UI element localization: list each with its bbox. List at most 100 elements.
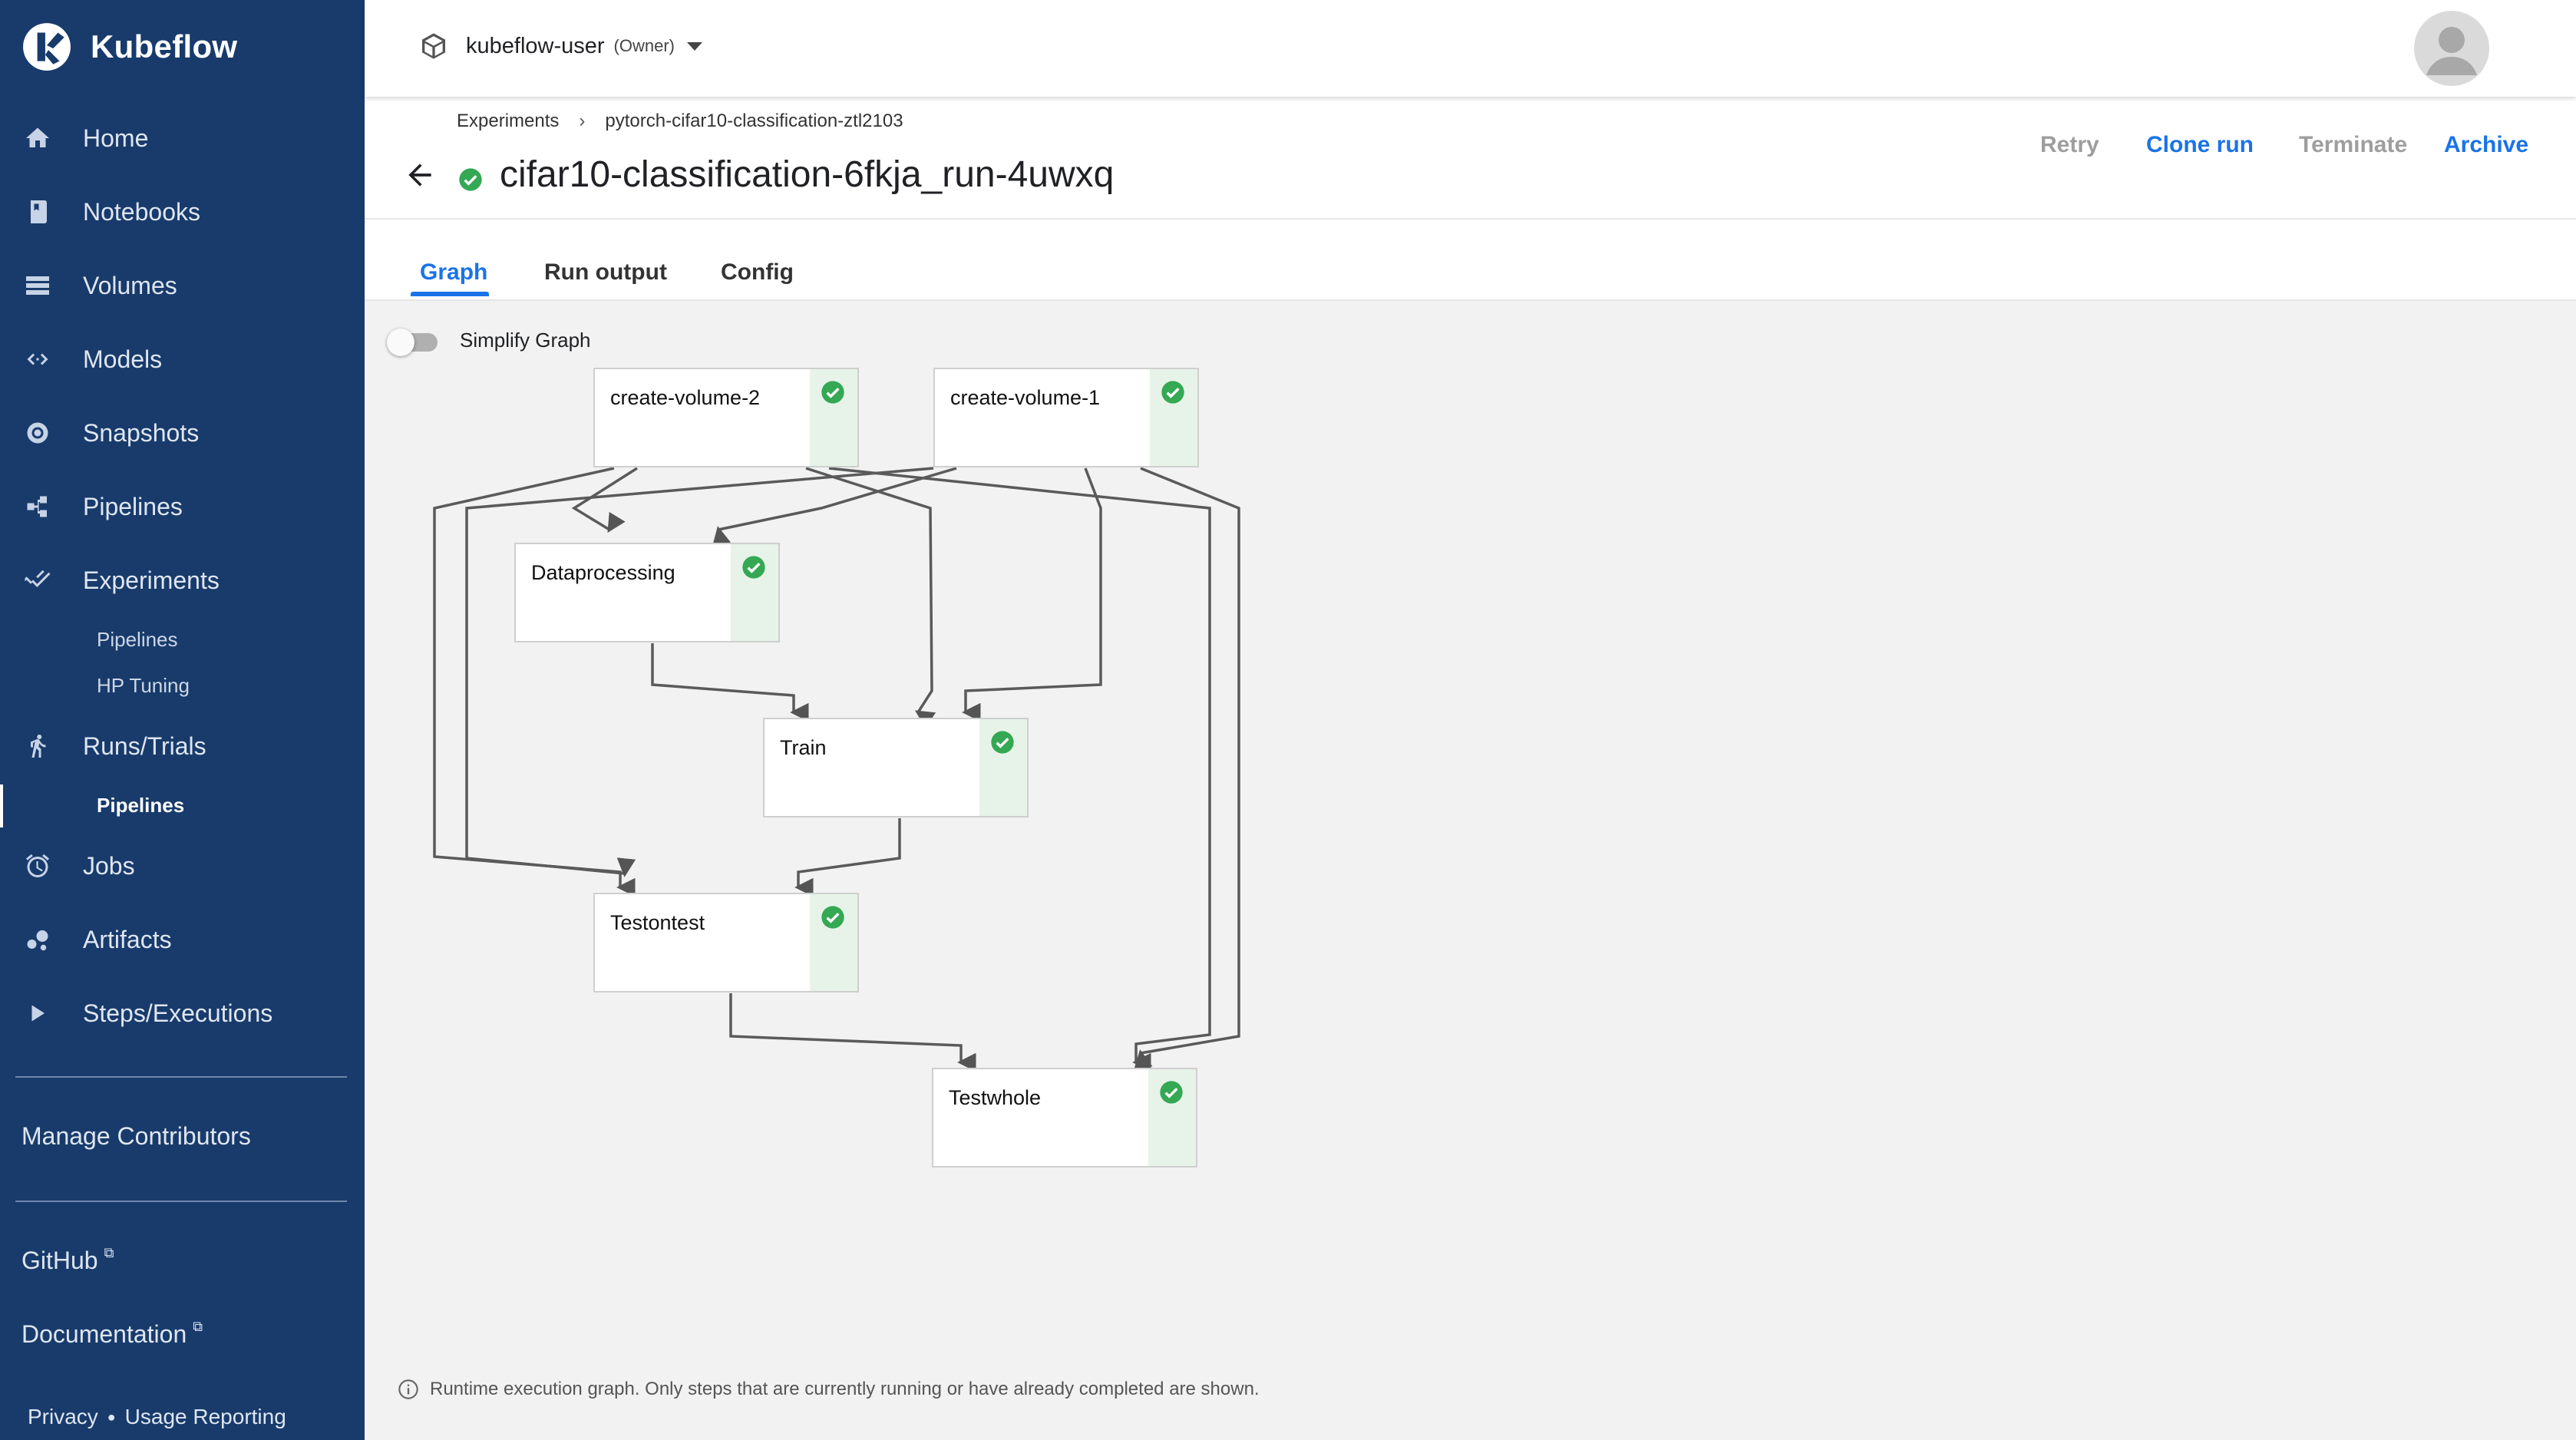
graph-node-dataprocessing[interactable]: Dataprocessing bbox=[514, 543, 780, 642]
sidebar-item-artifacts[interactable]: Artifacts bbox=[0, 909, 365, 970]
edge-cv2-testontest bbox=[433, 467, 636, 897]
github-link[interactable]: GitHub ⧉ bbox=[21, 1245, 114, 1275]
breadcrumb: Experiments › pytorch-cifar10-classifica… bbox=[457, 111, 903, 132]
tab-graph[interactable]: Graph bbox=[420, 259, 487, 286]
node-status bbox=[979, 719, 1027, 816]
sidebar-item-label: Runs/Trials bbox=[83, 732, 206, 760]
sidebar-item-snapshots[interactable]: Snapshots bbox=[0, 402, 365, 464]
sidebar-item-label: Home bbox=[83, 124, 149, 152]
node-status bbox=[731, 544, 778, 641]
home-icon bbox=[23, 124, 52, 153]
footer-links: Privacy ● Usage Reporting bbox=[28, 1405, 286, 1429]
sidebar-item-home[interactable]: Home bbox=[0, 107, 365, 169]
play-icon bbox=[23, 999, 52, 1028]
snapshots-icon bbox=[23, 418, 52, 448]
node-status bbox=[810, 894, 857, 991]
sidebar-divider bbox=[15, 1076, 347, 1078]
namespace-selector[interactable]: kubeflow-user (Owner) bbox=[418, 31, 702, 61]
usage-reporting-link[interactable]: Usage Reporting bbox=[125, 1405, 286, 1429]
simplify-graph-label: Simplify Graph bbox=[460, 329, 591, 352]
node-status bbox=[810, 369, 857, 466]
node-status bbox=[1148, 1069, 1196, 1166]
success-check-icon bbox=[459, 168, 482, 191]
node-label: create-volume-2 bbox=[610, 386, 761, 409]
sidebar-item-label: Models bbox=[83, 345, 163, 373]
breadcrumb-experiments[interactable]: Experiments bbox=[457, 111, 559, 132]
edge-cv1-train bbox=[962, 467, 1102, 722]
graph-node-testontest[interactable]: Testontest bbox=[593, 893, 859, 992]
privacy-link[interactable]: Privacy bbox=[28, 1405, 98, 1429]
node-label: create-volume-1 bbox=[950, 386, 1101, 409]
simplify-graph-toggle[interactable] bbox=[387, 327, 441, 356]
sidebar-item-jobs[interactable]: Jobs bbox=[0, 835, 365, 897]
documentation-label: Documentation bbox=[21, 1320, 187, 1348]
sidebar-item-label: Steps/Executions bbox=[83, 999, 273, 1027]
manage-contributors-link[interactable]: Manage Contributors bbox=[21, 1122, 251, 1151]
active-indicator bbox=[0, 784, 3, 827]
success-check-icon bbox=[821, 381, 844, 404]
edge-testontest-testwhole bbox=[729, 993, 976, 1072]
avatar[interactable] bbox=[2414, 11, 2489, 86]
archive-button[interactable]: Archive bbox=[2444, 132, 2528, 158]
success-check-icon bbox=[1161, 381, 1184, 404]
documentation-link[interactable]: Documentation ⧉ bbox=[21, 1319, 203, 1349]
graph-node-create-volume-2[interactable]: create-volume-2 bbox=[593, 368, 859, 467]
tab-config[interactable]: Config bbox=[721, 259, 794, 286]
sidebar-subitem-runs-pipelines[interactable]: Pipelines bbox=[97, 794, 184, 817]
clone-run-button[interactable]: Clone run bbox=[2146, 132, 2254, 158]
sidebar-item-pipelines[interactable]: Pipelines bbox=[0, 476, 365, 537]
back-arrow-icon[interactable] bbox=[403, 158, 437, 192]
node-label: Testontest bbox=[610, 911, 705, 934]
terminate-button[interactable]: Terminate bbox=[2299, 132, 2407, 158]
artifacts-icon bbox=[23, 925, 52, 954]
success-check-icon bbox=[991, 731, 1014, 754]
success-check-icon bbox=[1160, 1081, 1183, 1104]
page-title: cifar10-classification-6fkja_run-4uwxq bbox=[500, 154, 1115, 195]
kubeflow-logo-icon bbox=[23, 23, 71, 71]
external-link-icon: ⧉ bbox=[104, 1245, 114, 1260]
alarm-icon bbox=[23, 851, 52, 880]
top-bar: kubeflow-user (Owner) bbox=[365, 0, 2576, 97]
manage-contributors-label: Manage Contributors bbox=[21, 1122, 251, 1150]
chevron-down-icon bbox=[686, 41, 702, 51]
active-tab-indicator bbox=[411, 292, 489, 296]
kubeflow-logo[interactable]: Kubeflow bbox=[21, 21, 237, 72]
breadcrumb-experiment-name[interactable]: pytorch-cifar10-classification-ztl2103 bbox=[605, 111, 903, 132]
success-check-icon bbox=[742, 556, 765, 579]
sidebar-item-label: Artifacts bbox=[83, 925, 172, 953]
retry-button[interactable]: Retry bbox=[2040, 132, 2099, 158]
breadcrumb-separator: › bbox=[579, 111, 586, 131]
edge-cv1-testwhole bbox=[1134, 467, 1240, 1070]
runs-icon bbox=[23, 732, 52, 761]
sidebar-item-experiments[interactable]: Experiments bbox=[0, 550, 365, 611]
success-check-icon bbox=[821, 906, 844, 929]
graph-node-testwhole[interactable]: Testwhole bbox=[932, 1068, 1197, 1168]
sidebar-divider bbox=[15, 1201, 347, 1202]
sidebar-item-runs[interactable]: Runs/Trials bbox=[0, 715, 365, 777]
sidebar-item-steps[interactable]: Steps/Executions bbox=[0, 983, 365, 1044]
toggle-knob bbox=[387, 329, 414, 356]
graph-node-create-volume-1[interactable]: create-volume-1 bbox=[933, 368, 1199, 467]
node-label: Train bbox=[780, 736, 827, 759]
graph-node-train[interactable]: Train bbox=[763, 718, 1029, 817]
node-label: Testwhole bbox=[949, 1086, 1042, 1109]
sidebar-item-label: Volumes bbox=[83, 271, 177, 299]
tab-run-output[interactable]: Run output bbox=[544, 259, 667, 286]
sidebar-subitem-experiment-pipelines[interactable]: Pipelines bbox=[97, 628, 178, 652]
sidebar-item-label: Snapshots bbox=[83, 418, 200, 447]
edge-dataprocessing-train bbox=[651, 643, 809, 722]
separator-dot: ● bbox=[107, 1409, 116, 1425]
volumes-icon bbox=[23, 271, 52, 300]
notebook-icon bbox=[23, 197, 52, 226]
sidebar-item-models[interactable]: Models bbox=[0, 329, 365, 390]
node-label: Dataprocessing bbox=[531, 561, 675, 584]
sidebar-subitem-hp-tuning[interactable]: HP Tuning bbox=[97, 674, 190, 698]
sidebar-item-volumes[interactable]: Volumes bbox=[0, 255, 365, 316]
experiments-icon bbox=[23, 566, 52, 595]
tab-bar: Graph Run output Config bbox=[365, 220, 2576, 301]
sidebar-item-notebooks[interactable]: Notebooks bbox=[0, 181, 365, 243]
edge-cv2-train bbox=[805, 467, 936, 728]
sidebar: Kubeflow Home Notebooks Volumes Models S… bbox=[0, 0, 365, 1440]
namespace-cube-icon bbox=[422, 33, 445, 59]
edge-train-testontest bbox=[794, 818, 901, 897]
